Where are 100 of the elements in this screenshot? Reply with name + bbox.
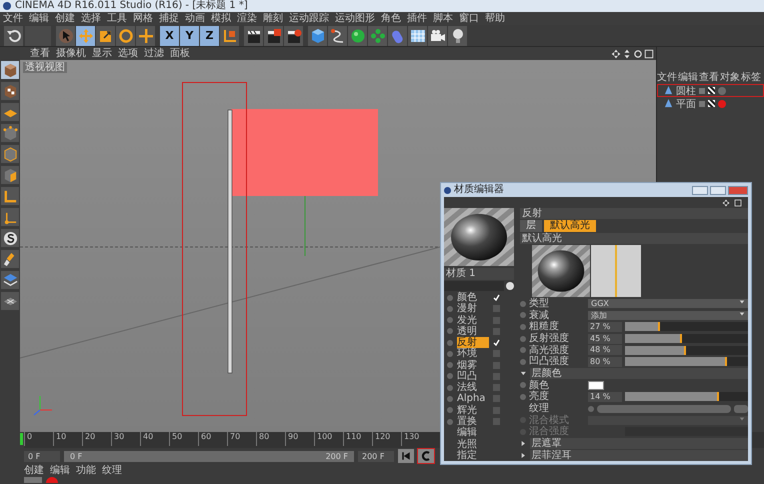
channel-checkbox[interactable]: [493, 384, 500, 392]
value-field[interactable]: 48 %: [588, 345, 622, 356]
channel-item[interactable]: 烟雾: [457, 360, 489, 371]
slider-track[interactable]: [625, 427, 748, 436]
tool-button[interactable]: [408, 26, 427, 46]
preview-range-bar[interactable]: 0 F 200 F: [64, 450, 354, 462]
dropdown[interactable]: 添加: [588, 310, 748, 320]
value-field[interactable]: 14 %: [588, 392, 622, 402]
channel-checkbox[interactable]: [493, 372, 500, 380]
menu-item[interactable]: 渲染: [237, 12, 257, 24]
channel-checkbox[interactable]: [493, 395, 500, 402]
radio-dot[interactable]: [447, 306, 453, 312]
tool-button[interactable]: [284, 26, 303, 46]
slider-track[interactable]: [625, 334, 748, 344]
channel-item[interactable]: 透明: [457, 326, 489, 337]
menu-item[interactable]: 运动跟踪: [289, 12, 329, 24]
slider-track[interactable]: [625, 357, 748, 366]
mode-button[interactable]: [1, 271, 19, 289]
menu-item[interactable]: 创建: [55, 12, 75, 24]
channel-checkbox[interactable]: [493, 406, 500, 414]
menu-item[interactable]: 纹理: [102, 464, 122, 476]
radio-dot[interactable]: [447, 418, 453, 425]
radio-dot[interactable]: [520, 300, 526, 306]
slider-fill[interactable]: [625, 334, 682, 344]
material-tag[interactable]: [718, 86, 726, 94]
close-button[interactable]: [728, 186, 748, 194]
value-field[interactable]: 80 %: [588, 356, 622, 367]
menu-item[interactable]: 编辑: [29, 12, 49, 24]
group-header[interactable]: 层颜色: [530, 368, 748, 380]
playhead-marker[interactable]: [20, 433, 23, 445]
channel-checkbox[interactable]: [493, 294, 500, 302]
channel-item[interactable]: Alpha: [457, 393, 489, 404]
tool-button[interactable]: [96, 26, 115, 46]
channel-checkbox[interactable]: [493, 362, 500, 369]
end-frame-field[interactable]: 200 F: [358, 450, 394, 462]
layer-tab[interactable]: 默认高光: [544, 220, 596, 232]
radio-dot[interactable]: [447, 362, 453, 368]
axis-lock-button[interactable]: Z: [200, 26, 219, 46]
radio-dot[interactable]: [520, 382, 526, 388]
radio-dot[interactable]: [520, 394, 526, 400]
search-field[interactable]: [444, 281, 504, 292]
mode-button[interactable]: [1, 250, 19, 268]
menu-item[interactable]: 角色: [381, 12, 401, 24]
texture-button[interactable]: [734, 404, 748, 413]
menu-item[interactable]: 编辑: [678, 72, 698, 84]
menu-item[interactable]: 动画: [185, 12, 205, 24]
channel-item[interactable]: 光照: [457, 438, 489, 450]
menu-item[interactable]: 选择: [81, 12, 101, 24]
visibility-toggle[interactable]: [699, 100, 705, 106]
radio-dot[interactable]: [447, 384, 453, 391]
slider-fill[interactable]: [625, 357, 727, 366]
channel-item[interactable]: 指定: [457, 450, 489, 461]
channel-item[interactable]: 环境: [457, 348, 489, 360]
object-name[interactable]: 平面: [676, 96, 696, 110]
menu-item[interactable]: 对象: [720, 72, 740, 84]
channel-item[interactable]: 漫射: [457, 303, 489, 314]
material-tag[interactable]: [718, 100, 726, 108]
go-to-start-button[interactable]: [398, 449, 414, 463]
channel-item[interactable]: 发光: [457, 314, 489, 326]
menu-item[interactable]: 查看: [699, 72, 719, 84]
slider-fill[interactable]: [625, 346, 686, 355]
menu-item[interactable]: 雕刻: [263, 12, 283, 24]
menu-item[interactable]: 窗口: [459, 12, 479, 24]
radio-dot[interactable]: [520, 312, 526, 318]
tool-button[interactable]: [448, 26, 467, 46]
menu-item[interactable]: 工具: [107, 12, 127, 24]
tool-button[interactable]: [348, 26, 367, 46]
menu-item[interactable]: 过滤: [144, 48, 164, 60]
menu-item[interactable]: 脚本: [433, 12, 453, 24]
channel-checkbox[interactable]: [493, 339, 500, 346]
radio-dot[interactable]: [447, 350, 453, 357]
menu-item[interactable]: 摄像机: [56, 48, 86, 60]
channel-checkbox[interactable]: [493, 418, 500, 426]
menu-item[interactable]: 标签: [741, 72, 761, 84]
menu-item[interactable]: 模拟: [211, 12, 231, 24]
slider-track[interactable]: [625, 346, 748, 355]
slider-fill[interactable]: [625, 322, 660, 332]
menu-item[interactable]: 插件: [407, 12, 427, 24]
maximize-button[interactable]: [710, 186, 726, 194]
record-button[interactable]: [418, 449, 434, 463]
radio-dot[interactable]: [447, 328, 453, 334]
visibility-toggle[interactable]: [699, 88, 705, 94]
menu-item[interactable]: 显示: [92, 48, 112, 60]
radio-dot[interactable]: [520, 347, 526, 354]
texture-field[interactable]: [597, 404, 731, 413]
radio-dot[interactable]: [447, 407, 453, 414]
channel-item[interactable]: 颜色: [457, 292, 489, 304]
mode-button[interactable]: [1, 82, 19, 100]
group-header[interactable]: 层遮罩: [530, 438, 748, 450]
axis-lock-button[interactable]: Y: [180, 26, 199, 46]
menu-item[interactable]: 编辑: [50, 464, 70, 476]
slider-track[interactable]: [625, 392, 748, 402]
channel-checkbox[interactable]: [493, 350, 500, 358]
radio-dot[interactable]: [520, 358, 526, 365]
menu-item[interactable]: 捕捉: [159, 12, 179, 24]
value-field[interactable]: 45 %: [588, 334, 622, 344]
radio-dot[interactable]: [520, 324, 526, 330]
tool-button[interactable]: [328, 26, 347, 46]
menu-item[interactable]: 文件: [657, 72, 677, 84]
menu-item[interactable]: 查看: [30, 48, 50, 60]
